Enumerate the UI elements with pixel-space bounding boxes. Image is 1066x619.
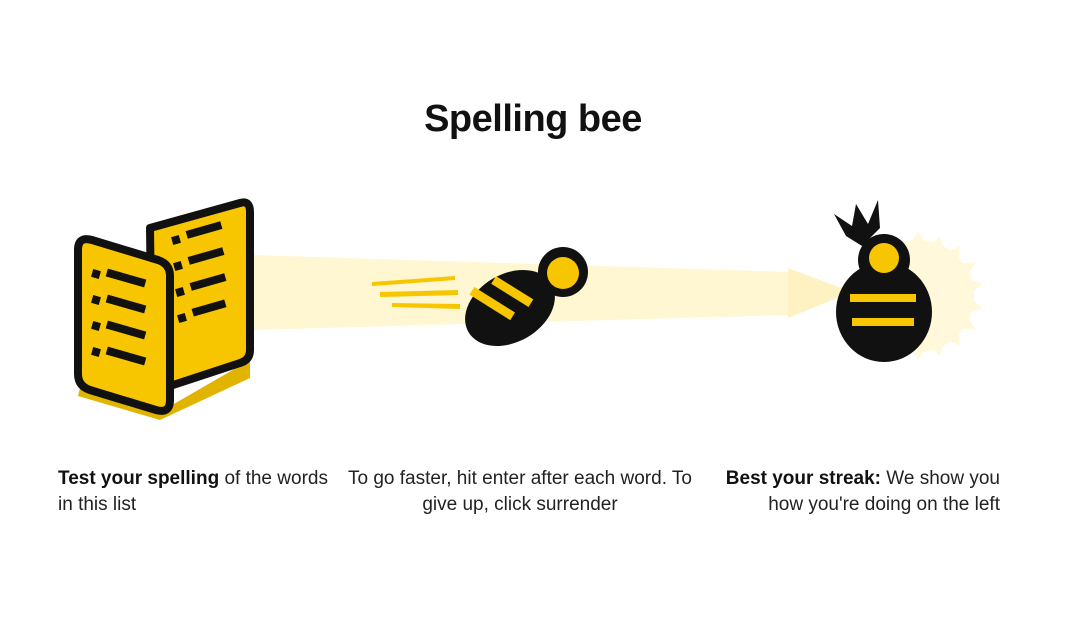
step-best-streak: Best your streak: We show you how you're…: [725, 468, 1000, 515]
step-test-spelling: Test your spelling of the words in this …: [58, 468, 328, 515]
word-list-icon: [74, 198, 254, 420]
queen-bee-icon: [834, 200, 932, 362]
spelling-bee-illustration: [74, 198, 982, 420]
step-go-faster: To go faster, hit enter after each word.…: [348, 468, 692, 515]
